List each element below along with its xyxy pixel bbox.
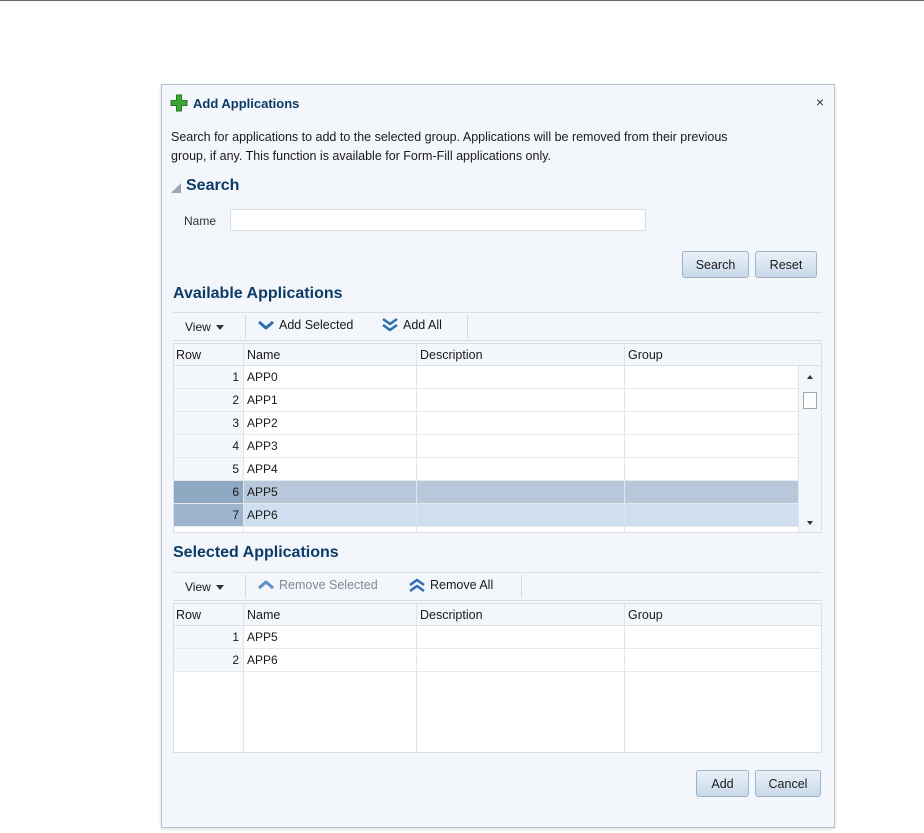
collapse-triangle-icon[interactable] — [171, 182, 181, 193]
search-section-header[interactable]: Search — [171, 177, 239, 195]
name-cell: APP3 — [247, 439, 278, 453]
add-selected-button[interactable]: Add Selected — [257, 317, 353, 333]
dropdown-caret-icon — [215, 324, 224, 330]
table-row[interactable]: 2 APP1 — [174, 389, 821, 412]
row-number-cell: 2 — [174, 389, 243, 411]
available-toolbar: View Add Selected Add All — [173, 312, 822, 341]
row-number-cell: 2 — [174, 649, 243, 671]
available-applications-title: Available Applications — [173, 285, 343, 302]
selected-view-menu[interactable]: View — [185, 580, 224, 594]
toolbar-separator — [245, 575, 246, 598]
remove-all-button[interactable]: Remove All — [408, 577, 493, 593]
available-view-menu[interactable]: View — [185, 320, 224, 334]
column-header-description[interactable]: Description — [420, 608, 483, 622]
column-header-group[interactable]: Group — [628, 608, 663, 622]
table-row[interactable]: 7 APP6 — [174, 504, 821, 527]
dialog-title-text: Add Applications — [193, 95, 300, 111]
available-applications-table: Row Name Description Group 1 APP0 2 APP1 3 AP… — [173, 343, 822, 533]
column-divider — [624, 604, 625, 752]
name-cell: APP5 — [247, 485, 278, 499]
view-menu-label: View — [185, 580, 211, 594]
column-header-row[interactable]: Row — [176, 348, 201, 362]
cancel-button[interactable]: Cancel — [755, 770, 821, 797]
remove-selected-button[interactable]: Remove Selected — [257, 577, 378, 593]
add-button[interactable]: Add — [696, 770, 749, 797]
column-header-name[interactable]: Name — [247, 348, 280, 362]
add-selected-label: Add Selected — [279, 318, 354, 332]
name-cell: APP6 — [247, 508, 278, 522]
toolbar-separator — [521, 575, 522, 598]
chevron-down-icon — [258, 320, 274, 330]
name-cell: APP2 — [247, 416, 278, 430]
name-label: Name — [184, 214, 217, 228]
reset-button[interactable]: Reset — [755, 251, 817, 278]
column-divider — [416, 604, 417, 752]
toolbar-separator — [245, 315, 246, 338]
double-chevron-up-icon — [409, 578, 425, 593]
name-cell: APP0 — [247, 370, 278, 384]
dialog-title: Add Applications — [170, 93, 299, 113]
column-header-group[interactable]: Group — [628, 348, 663, 362]
view-menu-label: View — [185, 320, 211, 334]
column-header-name[interactable]: Name — [247, 608, 280, 622]
add-applications-dialog: Add Applications × Search for applicatio… — [161, 84, 835, 828]
remove-selected-label: Remove Selected — [279, 578, 378, 592]
window-top-border — [0, 0, 924, 1]
add-all-label: Add All — [403, 318, 442, 332]
add-all-button[interactable]: Add All — [381, 317, 442, 333]
name-cell: APP6 — [247, 653, 278, 667]
instructions-line-2: group, if any. This function is availabl… — [171, 149, 552, 163]
instructions-line-1: Search for applications to add to the se… — [171, 130, 728, 144]
toolbar-separator — [467, 315, 468, 338]
scroll-down-arrow-icon[interactable] — [807, 521, 813, 525]
row-number-cell: 6 — [174, 481, 243, 503]
table-row[interactable]: 3 APP2 — [174, 412, 821, 435]
close-icon[interactable]: × — [816, 95, 824, 109]
table-row[interactable]: 5 APP4 — [174, 458, 821, 481]
table-row[interactable]: 1 APP0 — [174, 366, 821, 389]
column-divider — [243, 604, 244, 752]
search-button[interactable]: Search — [682, 251, 749, 278]
column-divider — [416, 344, 417, 532]
green-plus-icon — [170, 94, 188, 112]
dialog-instructions: Search for applications to add to the se… — [171, 128, 821, 166]
available-table-header: Row Name Description Group — [174, 344, 821, 366]
table-row[interactable]: 2 APP6 — [174, 649, 821, 672]
available-table-scrollbar[interactable] — [798, 366, 821, 532]
remove-all-label: Remove All — [430, 578, 494, 592]
row-number-cell: 1 — [174, 366, 243, 388]
column-header-row[interactable]: Row — [176, 608, 201, 622]
dropdown-caret-icon — [215, 584, 224, 590]
selected-applications-table: Row Name Description Group 1 APP5 2 APP6 — [173, 603, 822, 753]
row-number-cell: 5 — [174, 458, 243, 480]
selected-table-header: Row Name Description Group — [174, 604, 821, 626]
table-row[interactable]: 6 APP5 — [174, 481, 821, 504]
chevron-up-icon — [258, 580, 274, 590]
search-section-title: Search — [186, 177, 240, 194]
scrollbar-thumb[interactable] — [803, 392, 817, 409]
row-number-cell: 3 — [174, 412, 243, 434]
name-cell: APP4 — [247, 462, 278, 476]
column-divider — [624, 344, 625, 532]
selected-toolbar: View Remove Selected Remove All — [173, 572, 822, 601]
row-number-cell: 1 — [174, 626, 243, 648]
name-search-input[interactable] — [230, 209, 646, 231]
column-header-description[interactable]: Description — [420, 348, 483, 362]
scroll-up-arrow-icon[interactable] — [807, 375, 813, 379]
row-number-cell: 4 — [174, 435, 243, 457]
double-chevron-down-icon — [382, 317, 398, 332]
table-row[interactable]: 1 APP5 — [174, 626, 821, 649]
selected-applications-title: Selected Applications — [173, 544, 339, 561]
column-divider — [243, 344, 244, 532]
name-cell: APP5 — [247, 630, 278, 644]
row-number-cell: 7 — [174, 504, 243, 526]
name-cell: APP1 — [247, 393, 278, 407]
table-row[interactable]: 4 APP3 — [174, 435, 821, 458]
